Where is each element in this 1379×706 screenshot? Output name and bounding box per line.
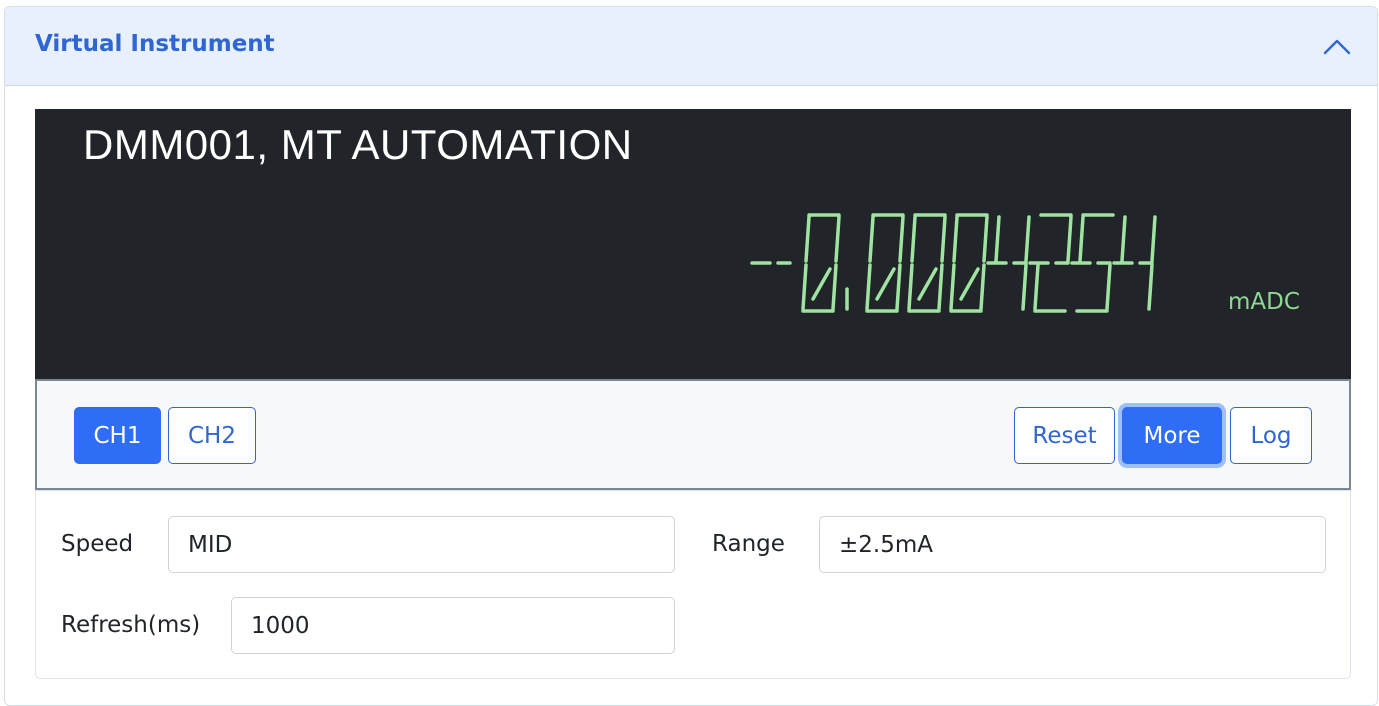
channel-toolbar: CH1 CH2 Reset More Log [35, 379, 1351, 490]
settings-panel: Speed MID Range ±2.5mA Refresh(ms) 1000 [35, 490, 1351, 679]
segment-digit-5 [979, 263, 986, 311]
segment-digit-7 [1066, 215, 1073, 263]
reset-button[interactable]: Reset [1014, 407, 1115, 464]
segment-digit-9 [1147, 263, 1154, 311]
segment-digit-1 [801, 263, 808, 311]
segment-digit-8 [1105, 263, 1112, 311]
speed-field[interactable]: MID [168, 516, 675, 573]
segment-digit-3 [865, 263, 872, 311]
ch2-button[interactable]: CH2 [168, 407, 256, 464]
segment-digit-3 [868, 215, 875, 263]
log-button[interactable]: Log [1230, 407, 1312, 464]
refresh-label: Refresh(ms) [61, 612, 201, 638]
segment-digit-4 [937, 263, 944, 311]
segment-digit-3 [895, 263, 902, 311]
segment-digit-6 [994, 215, 1001, 263]
segment-digit-1 [831, 263, 838, 311]
segment-digit-6 [1024, 215, 1031, 263]
segment-digit-6 [1021, 263, 1028, 311]
segment-digit-3 [875, 267, 896, 301]
more-button[interactable]: More [1122, 407, 1222, 464]
segment-digit-1 [811, 267, 832, 301]
segment-digit-1 [804, 215, 811, 263]
segment-readout [750, 213, 1157, 313]
segment-digit-4 [907, 263, 914, 311]
ch1-button[interactable]: CH1 [74, 407, 161, 464]
segment-digit-5 [982, 215, 989, 263]
segment-digit-5 [952, 215, 959, 263]
segment-digit-7 [1033, 263, 1040, 311]
segment-digit-4 [910, 215, 917, 263]
speed-label: Speed [61, 531, 134, 557]
panel-title: Virtual Instrument [35, 31, 275, 57]
segment-digit-5 [959, 267, 980, 301]
panel-header[interactable]: Virtual Instrument [5, 7, 1377, 86]
segment-digit-9 [1150, 215, 1157, 263]
segment-digit-9 [1120, 215, 1127, 263]
instrument-display: DMM001, MT AUTOMATION mADC [35, 109, 1351, 379]
segment-digit-1 [834, 215, 841, 263]
range-label: Range [712, 531, 785, 557]
segment-digit-4 [940, 215, 947, 263]
unit-label: mADC [1228, 289, 1300, 315]
segment-digit-8 [1078, 215, 1085, 263]
segment-digit-3 [898, 215, 905, 263]
range-field[interactable]: ±2.5mA [819, 516, 1326, 573]
segment-digit-4 [917, 267, 938, 301]
refresh-field[interactable]: 1000 [231, 597, 675, 654]
chevron-up-icon[interactable] [1323, 33, 1351, 59]
segment-digit-5 [949, 263, 956, 311]
